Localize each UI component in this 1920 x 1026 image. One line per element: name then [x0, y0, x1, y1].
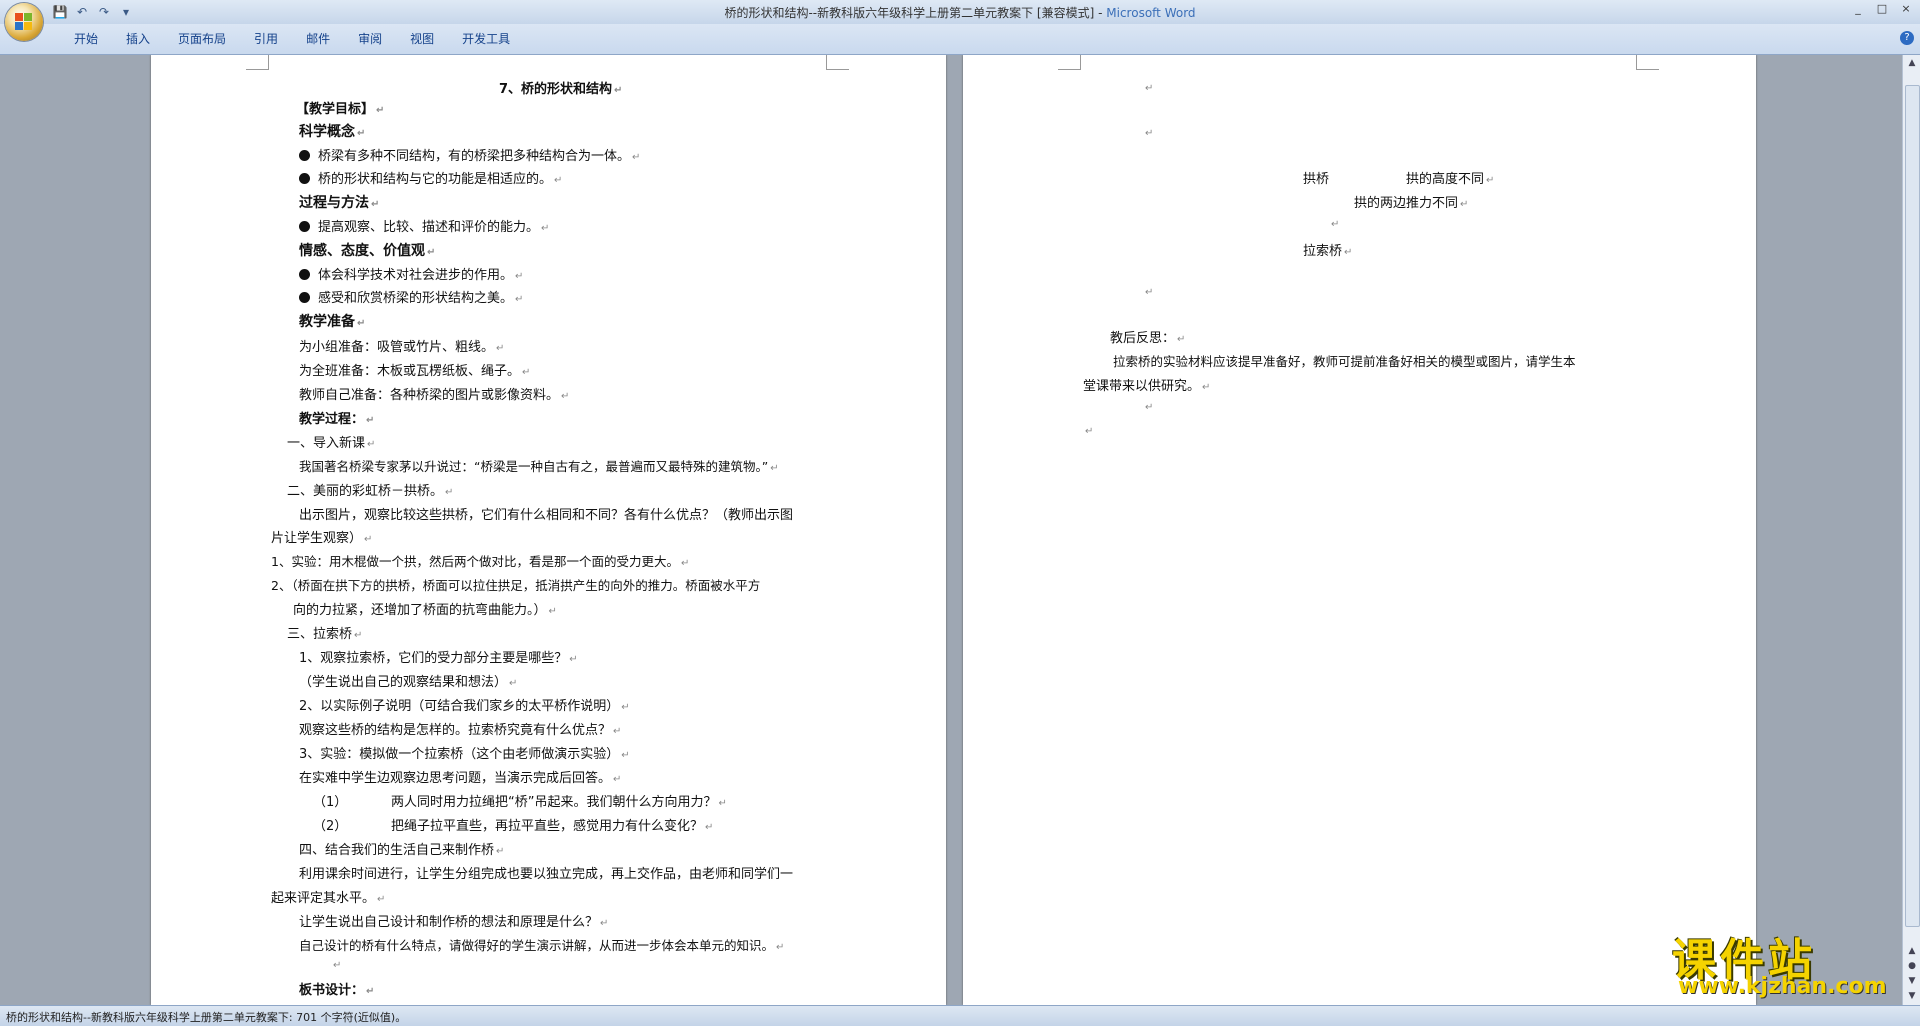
tab-insert[interactable]: 插入	[112, 30, 164, 48]
diagram-label: 拱的高度不同 ↵	[1406, 172, 1495, 187]
minimize-button[interactable]: _	[1848, 2, 1868, 16]
text-line: 3、实验：模拟做一个拉索桥（这个由老师做演示实验） ↵	[299, 747, 630, 762]
bullet-item: 桥的形状和结构与它的功能是相适应的。 ↵	[299, 168, 562, 187]
document-page-2[interactable]: ↵ ↵ 拱桥 拱的高度不同 ↵ 拱的两边推力不同 ↵ ↵ 拉索桥 ↵ ↵ 教后反思： ↵…	[963, 55, 1756, 1005]
bullet-item: 桥梁有多种不同结构，有的桥梁把多种结构合为一体。 ↵	[299, 145, 640, 164]
tab-references[interactable]: 引用	[240, 30, 292, 48]
window-controls: _ □ ×	[1848, 2, 1916, 16]
text-line: 二、美丽的彩虹桥－拱桥。 ↵	[287, 484, 454, 499]
text-line: 1、实验：用木棍做一个拱，然后两个做对比，看是那一个面的受力更大。 ↵	[271, 554, 690, 569]
tab-mailings[interactable]: 邮件	[292, 30, 344, 48]
app-name: Microsoft Word	[1106, 6, 1196, 20]
text-line: 教师自己准备：各种桥梁的图片或影像资料。 ↵	[299, 388, 570, 403]
text-line: 观察这些桥的结构是怎样的。拉索桥究竟有什么优点？ ↵	[299, 723, 622, 738]
text-line: 为全班准备：木板或瓦楞纸板、绳子。 ↵	[299, 364, 531, 379]
bullet-icon	[299, 221, 310, 232]
text-line: 片让学生观察） ↵	[271, 531, 373, 546]
bullet-icon	[299, 269, 310, 280]
scroll-up-icon[interactable]: ▲	[1905, 57, 1919, 69]
document-title: 桥的形状和结构--新教科版六年级科学上册第二单元教案下 [兼容模式]	[724, 6, 1095, 20]
empty-paragraph: ↵	[333, 960, 342, 971]
bullet-icon	[299, 150, 310, 161]
document-workspace: 7、桥的形状和结构 ↵ 【教学目标】 ↵ 科学概念 ↵ 桥梁有多种不同结构，有的桥梁把…	[0, 55, 1902, 1005]
text-line: 让学生说出自己设计和制作桥的想法和原理是什么？ ↵	[299, 915, 609, 930]
ribbon-tabs: 开始 插入 页面布局 引用 邮件 审阅 视图 开发工具 ?	[0, 24, 1920, 55]
section-heading: 科学概念 ↵	[299, 124, 366, 140]
empty-paragraph: ↵	[1145, 402, 1154, 413]
empty-paragraph: ↵	[1331, 219, 1340, 230]
bullet-item: 感受和欣赏桥梁的形状结构之美。 ↵	[299, 287, 523, 306]
text-line: 教后反思： ↵	[1110, 331, 1186, 346]
tab-developer[interactable]: 开发工具	[448, 30, 524, 48]
status-bar: 桥的形状和结构--新教科版六年级科学上册第二单元教案下: 701 个字符(近似值…	[0, 1005, 1920, 1026]
text-line: 两人同时用力拉绳把“桥”吊起来。我们朝什么方向用力？ ↵	[391, 795, 727, 810]
help-icon[interactable]: ?	[1900, 31, 1914, 45]
section-heading: 板书设计： ↵	[299, 983, 375, 998]
close-button[interactable]: ×	[1896, 2, 1916, 16]
diagram-label: 拱桥	[1303, 172, 1330, 187]
office-logo-icon	[15, 13, 33, 31]
tab-view[interactable]: 视图	[396, 30, 448, 48]
crop-mark	[826, 55, 849, 70]
diagram-label: 拉索桥 ↵	[1303, 244, 1353, 259]
crop-mark	[1636, 55, 1659, 70]
status-text: 桥的形状和结构--新教科版六年级科学上册第二单元教案下: 701 个字符(近似值…	[6, 1011, 407, 1024]
empty-paragraph: ↵	[1145, 83, 1154, 94]
text-line: 自己设计的桥有什么特点，请做得好的学生演示讲解，从而进一步体会本单元的知识。 ↵	[299, 938, 785, 953]
tab-home[interactable]: 开始	[60, 30, 112, 48]
bullet-item: 体会科学技术对社会进步的作用。 ↵	[299, 264, 523, 283]
text-line: 起来评定其水平。 ↵	[271, 891, 386, 906]
text-line: （学生说出自己的观察结果和想法） ↵	[299, 675, 518, 690]
vertical-scrollbar[interactable]: ▲ ▲ ● ▼ ▼	[1902, 55, 1920, 1005]
empty-paragraph: ↵	[1145, 287, 1154, 298]
text-line: 堂课带来以供研究。 ↵	[1083, 379, 1211, 394]
list-number: （1）	[313, 795, 348, 810]
section-heading: 情感、态度、价值观 ↵	[299, 243, 436, 259]
tab-page-layout[interactable]: 页面布局	[164, 30, 240, 48]
text-line: 为小组准备：吸管或竹片、粗线。 ↵	[299, 340, 505, 355]
diagram-label: 拱的两边推力不同 ↵	[1354, 196, 1469, 211]
section-heading: 过程与方法 ↵	[299, 195, 380, 211]
bullet-icon	[299, 292, 310, 303]
text-line: 我国著名桥梁专家茅以升说过：“桥梁是一种自古有之，最普遍而又最特殊的建筑物。” ↵	[299, 459, 779, 474]
text-line: 2、（桥面在拱下方的拱桥，桥面可以拉住拱足，抵消拱产生的向外的推力。桥面被水平方	[271, 578, 761, 593]
text-line: 在实难中学生边观察边思考问题，当演示完成后回答。 ↵	[299, 771, 622, 786]
office-button[interactable]	[5, 3, 43, 41]
maximize-button[interactable]: □	[1872, 2, 1892, 16]
text-line: 1、观察拉索桥，它们的受力部分主要是哪些？ ↵	[299, 651, 578, 666]
section-heading: 【教学目标】 ↵	[296, 102, 385, 117]
watermark: 课件站 www.kjzhan.com	[1668, 924, 1908, 1004]
tab-review[interactable]: 审阅	[344, 30, 396, 48]
text-line: 四、结合我们的生活自己来制作桥 ↵	[299, 843, 505, 858]
empty-paragraph: ↵	[1085, 426, 1094, 437]
crop-mark	[1058, 55, 1081, 70]
bullet-item: 提高观察、比较、描述和评价的能力。 ↵	[299, 216, 549, 235]
text-line: 把绳子拉平直些，再拉平直些，感觉用力有什么变化？ ↵	[391, 819, 714, 834]
list-number: （2）	[313, 819, 348, 834]
doc-title: 7、桥的形状和结构 ↵	[499, 82, 623, 97]
window-title: 桥的形状和结构--新教科版六年级科学上册第二单元教案下 [兼容模式] - Mic…	[724, 6, 1196, 20]
text-line: 2、以实际例子说明（可结合我们家乡的太平桥作说明） ↵	[299, 699, 630, 714]
text-line: 出示图片，观察比较这些拱桥，它们有什么相同和不同？各有什么优点？（教师出示图	[299, 508, 794, 523]
title-bar: 💾 ↶ ↷ ▾ 桥的形状和结构--新教科版六年级科学上册第二单元教案下 [兼容模…	[0, 0, 1920, 24]
text-line: 向的力拉紧，还增加了桥面的抗弯曲能力。） ↵	[293, 603, 557, 618]
document-page-1[interactable]: 7、桥的形状和结构 ↵ 【教学目标】 ↵ 科学概念 ↵ 桥梁有多种不同结构，有的桥梁把…	[151, 55, 946, 1005]
section-heading: 教学准备 ↵	[299, 314, 366, 330]
text-line: 三、拉索桥 ↵	[287, 627, 363, 642]
crop-mark	[246, 55, 269, 70]
text-line: 利用课余时间进行，让学生分组完成也要以独立完成，再上交作品，由老师和同学们一	[299, 867, 794, 882]
text-line: 拉索桥的实验材料应该提早准备好，教师可提前准备好相关的模型或图片，请学生本	[1113, 354, 1576, 369]
section-heading: 教学过程： ↵	[299, 412, 375, 427]
text-line: 一、导入新课 ↵	[287, 436, 376, 451]
scrollbar-thumb[interactable]	[1905, 85, 1920, 927]
bullet-icon	[299, 173, 310, 184]
empty-paragraph: ↵	[1145, 128, 1154, 139]
watermark-url: www.kjzhan.com	[1678, 974, 1887, 999]
